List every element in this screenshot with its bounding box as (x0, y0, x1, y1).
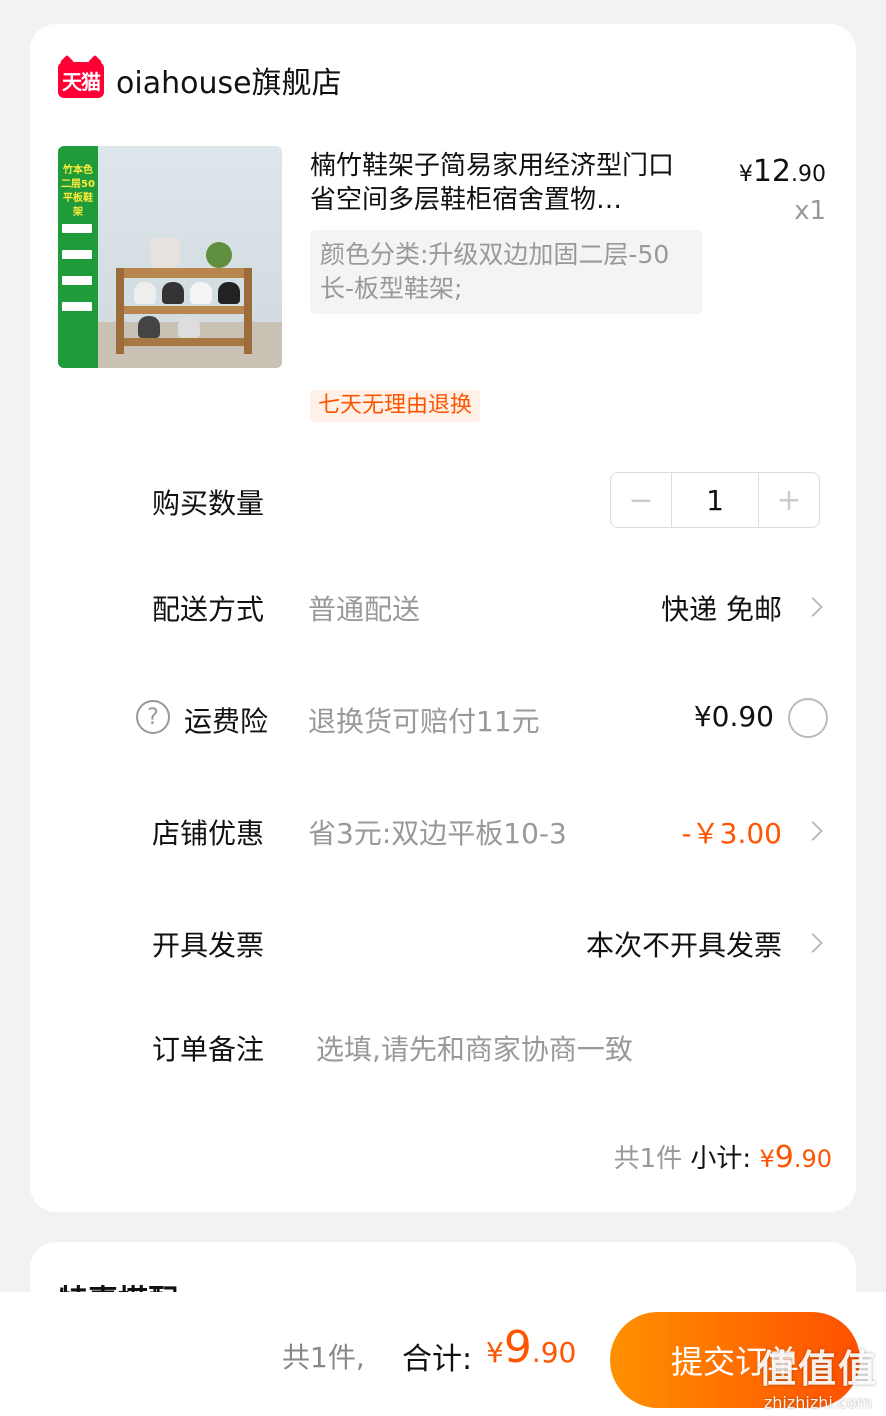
shelf-illustration (116, 268, 124, 354)
shoe-illustration (178, 316, 200, 338)
total-count: 共1件, (282, 1341, 365, 1374)
subtotal-symbol: ¥ (759, 1145, 775, 1173)
invoice-label: 开具发票 (152, 929, 265, 962)
chevron-right-icon[interactable] (803, 933, 823, 953)
watermark-logo: 值值值 (757, 1347, 878, 1391)
subtotal-count: 共1件 (613, 1144, 683, 1174)
chevron-right-icon[interactable] (803, 597, 823, 617)
total-symbol: ¥ (486, 1336, 504, 1369)
watermark-url: zhizhizhi.com (763, 1393, 873, 1412)
delivery-value[interactable]: 快递 免邮 (661, 588, 782, 628)
increment-button[interactable]: + (759, 473, 819, 527)
total-amount: ¥9.90 (486, 1322, 576, 1373)
decrement-button[interactable]: − (611, 473, 671, 527)
shoe-illustration (162, 282, 184, 304)
product-price: ¥12.90 (739, 154, 826, 189)
tmall-icon: 天猫 (58, 62, 104, 98)
subtotal: 共1件 小计: ¥9.90 (614, 1138, 832, 1175)
subtotal-decimal: .90 (793, 1145, 832, 1173)
return-policy-tag: 七天无理由退换 (310, 390, 481, 422)
insurance-price: ¥0.90 (693, 700, 774, 733)
image-spec-chip (62, 276, 92, 285)
delivery-method: 普通配送 (308, 593, 421, 626)
chevron-right-icon[interactable] (803, 821, 823, 841)
insurance-label: 运费险 (184, 705, 269, 738)
subtotal-integer: 9 (774, 1140, 794, 1175)
shop-name[interactable]: oiahouse旗舰店 (116, 58, 342, 102)
price-decimal: .90 (791, 162, 826, 187)
shelf-illustration (116, 306, 252, 314)
subtotal-amount: ¥9.90 (759, 1140, 832, 1175)
price-integer: 12 (752, 154, 791, 189)
order-card: 天猫 oiahouse旗舰店 竹本色 二层50 平板鞋架 楠竹鞋架子简易家用经济… (30, 24, 856, 1212)
bottom-bar: 共1件, 合计: ¥9.90 提交订单 值值值 zhizhizhi.com (0, 1292, 886, 1416)
tmall-badge-text: 天猫 (62, 69, 101, 94)
image-spec-chip (62, 250, 92, 259)
image-spec-chip (62, 302, 92, 311)
image-label-text: 竹本色 二层50 平板鞋架 (61, 165, 95, 218)
insurance-radio[interactable] (788, 698, 828, 738)
product-image[interactable]: 竹本色 二层50 平板鞋架 (58, 146, 282, 368)
plant-illustration (206, 242, 232, 268)
watermark: 值值值 zhizhizhi.com (758, 1338, 878, 1412)
quantity-value[interactable]: 1 (671, 473, 759, 527)
product-sku[interactable]: 颜色分类:升级双边加固二层-50长-板型鞋架; (310, 230, 702, 314)
quantity-stepper[interactable]: − 1 + (610, 472, 820, 528)
coupon-label: 店铺优惠 (152, 817, 265, 850)
shelf-illustration (116, 268, 252, 278)
total-label: 合计: (402, 1342, 473, 1377)
quantity-label: 购买数量 (152, 487, 265, 520)
shoe-illustration (134, 282, 156, 304)
price-symbol: ¥ (738, 162, 753, 187)
shoe-illustration (138, 316, 160, 338)
note-label: 订单备注 (152, 1033, 265, 1066)
delivery-label: 配送方式 (152, 593, 265, 626)
total-integer: 9 (503, 1322, 532, 1373)
product-quantity: x1 (794, 196, 826, 226)
bag-illustration (150, 238, 180, 268)
shoe-illustration (218, 282, 240, 304)
insurance-desc: 退换货可赔付11元 (308, 705, 540, 738)
shoe-illustration (190, 282, 212, 304)
shelf-illustration (244, 268, 252, 354)
product-title[interactable]: 楠竹鞋架子简易家用经济型门口省空间多层鞋柜宿舍置物… (310, 149, 698, 217)
invoice-value[interactable]: 本次不开具发票 (586, 924, 782, 964)
coupon-desc: 省3元:双边平板10-3 (308, 817, 567, 850)
shop-header[interactable]: 天猫 oiahouse旗舰店 (58, 58, 342, 102)
note-input[interactable]: 选填,请先和商家协商一致 (316, 1028, 633, 1068)
shelf-illustration (116, 338, 252, 346)
total-decimal: .90 (531, 1336, 577, 1369)
image-spec-chip (62, 224, 92, 233)
help-icon[interactable]: ? (136, 700, 170, 734)
subtotal-label: 小计: (690, 1144, 752, 1174)
coupon-value[interactable]: -￥3.00 (682, 812, 782, 852)
